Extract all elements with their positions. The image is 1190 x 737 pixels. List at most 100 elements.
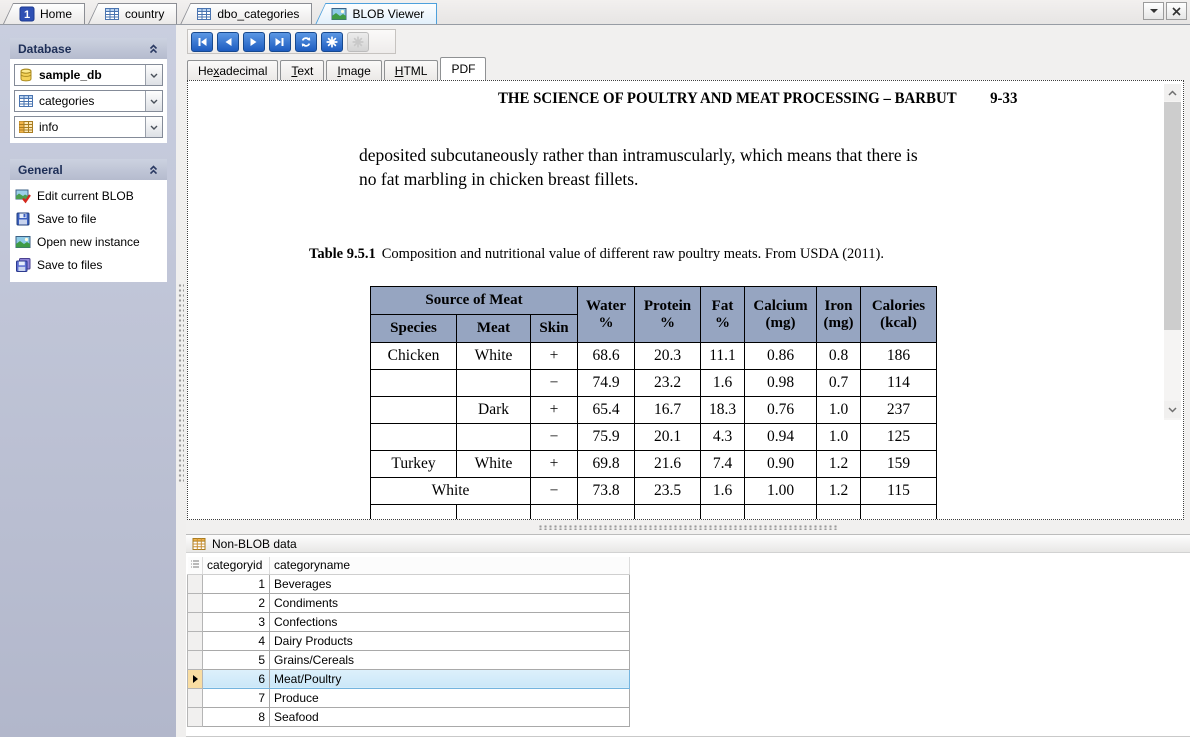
cell-categoryname[interactable]: Meat/Poultry	[270, 669, 630, 688]
cell-value: 1.6	[701, 478, 745, 505]
selector-value: sample_db	[34, 68, 145, 82]
grid-row-selected[interactable]: 6Meat/Poultry	[188, 669, 630, 688]
grid-header-row: categoryidcategoryname	[188, 557, 630, 574]
scroll-down-button[interactable]	[1164, 401, 1181, 418]
tab-pdf[interactable]: PDF	[440, 57, 486, 80]
load-blob-button[interactable]	[321, 32, 343, 52]
cell-categoryid[interactable]: 6	[203, 669, 270, 688]
database-selector[interactable]: sample_db	[14, 64, 163, 86]
grid-row[interactable]: 7Produce	[188, 688, 630, 707]
tab-home[interactable]: 1Home	[3, 3, 85, 24]
tab-hexadecimal[interactable]: Hexadecimal	[187, 60, 278, 80]
cell-categoryid[interactable]: 4	[203, 631, 270, 650]
row-selector[interactable]	[188, 650, 203, 669]
dropdown-button[interactable]	[145, 65, 162, 85]
tab-text[interactable]: Text	[280, 60, 324, 80]
pdf-table-caption: Table 9.5.1Composition and nutritional v…	[309, 246, 884, 263]
scroll-up-button[interactable]	[1164, 84, 1181, 101]
grid-column-categoryname[interactable]: categoryname	[270, 557, 630, 574]
cell-value: 1.0	[817, 397, 861, 424]
grid-corner-button[interactable]	[188, 557, 203, 574]
column-header: Calories(kcal)	[861, 287, 937, 343]
tab-html[interactable]: HTML	[384, 60, 439, 80]
field-selector[interactable]: info	[14, 116, 163, 138]
grid-row[interactable]: 3Confections	[188, 612, 630, 631]
cell-categoryname[interactable]: Beverages	[270, 574, 630, 593]
svg-text:1: 1	[24, 9, 30, 21]
selector-value: categories	[34, 94, 145, 108]
cell-value: 237	[861, 397, 937, 424]
cell-categoryname[interactable]: Produce	[270, 688, 630, 707]
pdf-scrollbar[interactable]	[1164, 84, 1181, 420]
tab-dbo-categories[interactable]: dbo_categories	[180, 3, 312, 24]
clear-blob-button[interactable]	[347, 32, 369, 52]
tab-image[interactable]: Image	[326, 60, 381, 80]
row-selector[interactable]	[188, 612, 203, 631]
close-tab-button[interactable]	[1166, 2, 1187, 20]
save-to-files[interactable]: Save to files	[15, 257, 163, 273]
row-selector[interactable]	[188, 574, 203, 593]
database-icon	[18, 67, 34, 83]
non-blob-data-header: Non-BLOB data	[186, 534, 1190, 553]
cell-value: 75.9	[578, 424, 635, 451]
cell-value: 23.5	[635, 478, 701, 505]
current-row-marker[interactable]	[188, 669, 203, 688]
cell-categoryid[interactable]: 3	[203, 612, 270, 631]
panel-title: Non-BLOB data	[212, 537, 297, 551]
table-selector[interactable]: categories	[14, 90, 163, 112]
grid-column-categoryid[interactable]: categoryid	[203, 557, 270, 574]
table-icon	[196, 6, 212, 22]
cell-categoryid[interactable]: 7	[203, 688, 270, 707]
horizontal-splitter[interactable]	[186, 520, 1190, 534]
cell-categoryname[interactable]: Condiments	[270, 593, 630, 612]
cell-value: 11.1	[701, 343, 745, 370]
tab-list-dropdown-button[interactable]	[1143, 2, 1164, 20]
cell-meat	[457, 370, 531, 397]
cell-categoryid[interactable]: 1	[203, 574, 270, 593]
selector-value: info	[34, 120, 145, 134]
data-grid-area: categoryidcategoryname1Beverages2Condime…	[186, 553, 1190, 737]
grid-row[interactable]: 5Grains/Cereals	[188, 650, 630, 669]
cell-value: 23.2	[635, 370, 701, 397]
sidebar-section-database[interactable]: Database	[10, 38, 167, 59]
document-tabs: 1Homecountrydbo_categoriesBLOB Viewer	[0, 3, 437, 24]
tab-blob-viewer[interactable]: BLOB Viewer	[315, 3, 437, 24]
row-selector[interactable]	[188, 593, 203, 612]
cell-categoryid[interactable]: 5	[203, 650, 270, 669]
pdf-nutrition-table: Source of MeatWater%Protein%Fat%Calcium(…	[370, 286, 937, 520]
row-selector[interactable]	[188, 707, 203, 726]
pdf-table-header-row: Source of MeatWater%Protein%Fat%Calcium(…	[371, 287, 937, 315]
cell-categoryname[interactable]: Seafood	[270, 707, 630, 726]
tab-country[interactable]: country	[88, 3, 177, 24]
cell-categoryname[interactable]: Grains/Cereals	[270, 650, 630, 669]
scrollbar-thumb[interactable]	[1164, 102, 1181, 330]
grid-row[interactable]: 4Dairy Products	[188, 631, 630, 650]
grid-row[interactable]: 8Seafood	[188, 707, 630, 726]
cell-categoryname[interactable]: Dairy Products	[270, 631, 630, 650]
grid-row[interactable]: 1Beverages	[188, 574, 630, 593]
refresh-button[interactable]	[295, 32, 317, 52]
open-new-instance[interactable]: Open new instance	[15, 234, 163, 250]
cell-value: 114	[861, 370, 937, 397]
last-record-button[interactable]	[269, 32, 291, 52]
dropdown-button[interactable]	[145, 91, 162, 111]
save-file-icon	[15, 211, 31, 227]
grid-row[interactable]: 2Condiments	[188, 593, 630, 612]
first-record-button[interactable]	[191, 32, 213, 52]
column-group-header: Source of Meat	[371, 287, 578, 315]
cell-value: 68.6	[578, 343, 635, 370]
cell-categoryid[interactable]: 8	[203, 707, 270, 726]
row-selector[interactable]	[188, 688, 203, 707]
cell-categoryid[interactable]: 2	[203, 593, 270, 612]
next-record-button[interactable]	[243, 32, 265, 52]
edit-current-blob[interactable]: Edit current BLOB	[15, 188, 163, 204]
dropdown-button[interactable]	[145, 117, 162, 137]
row-selector[interactable]	[188, 631, 203, 650]
action-label: Save to files	[37, 258, 102, 272]
vertical-splitter[interactable]	[176, 25, 186, 737]
previous-record-button[interactable]	[217, 32, 239, 52]
save-to-file[interactable]: Save to file	[15, 211, 163, 227]
cell-categoryname[interactable]: Confections	[270, 612, 630, 631]
cell-value: 1.2	[817, 451, 861, 478]
sidebar-section-general[interactable]: General	[10, 159, 167, 180]
